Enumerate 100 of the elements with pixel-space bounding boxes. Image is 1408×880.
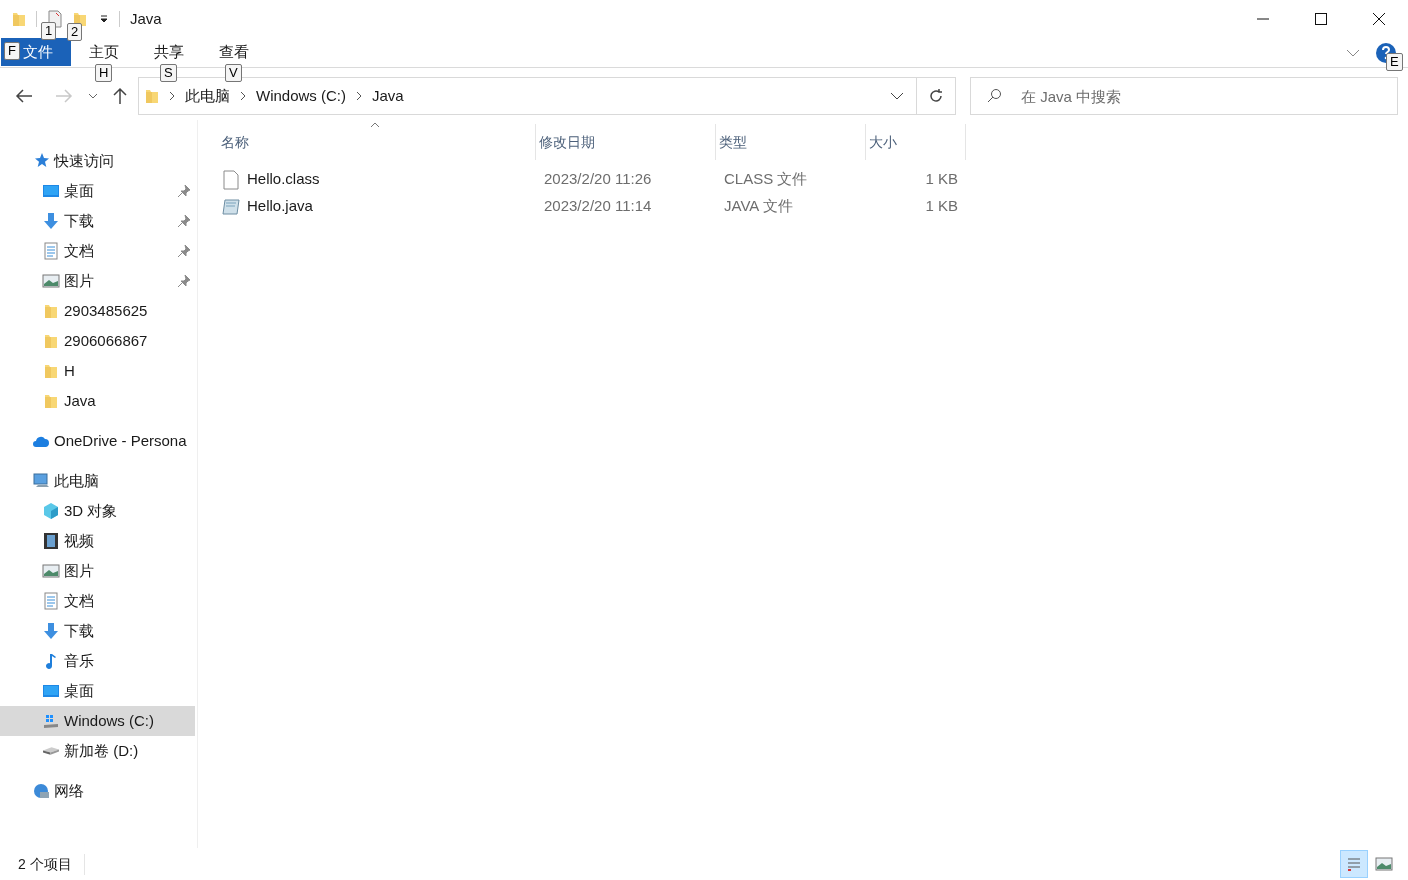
nav-item[interactable]: Windows (C:) <box>0 706 195 736</box>
refresh-icon <box>928 88 944 104</box>
drive-icon <box>43 747 59 755</box>
list-icon <box>1348 857 1360 871</box>
chevron-icon[interactable] <box>239 91 247 101</box>
nav-label: H <box>64 360 75 381</box>
nav-label: 图片 <box>64 560 94 581</box>
key-tip: H <box>95 64 113 82</box>
monitor-icon <box>42 682 60 700</box>
nav-item[interactable]: H <box>0 356 195 386</box>
chevron-icon[interactable] <box>355 91 363 101</box>
nav-item[interactable]: 新加卷 (D:) <box>0 736 195 766</box>
nav-label: 3D 对象 <box>64 500 118 521</box>
column-header[interactable]: 类型 <box>716 124 866 160</box>
recent-icon[interactable] <box>88 92 98 100</box>
breadcrumb[interactable]: 此电脑 <box>185 84 230 108</box>
nav-item[interactable]: OneDrive - Persona <box>0 426 195 456</box>
modified-date: 2023/2/20 11:14 <box>543 196 653 217</box>
nav-item[interactable]: 视频 <box>0 526 195 556</box>
breadcrumb[interactable]: Windows (C:) <box>256 84 346 108</box>
nav-item[interactable]: 文档 <box>0 236 195 266</box>
folder-icon <box>145 88 159 104</box>
network-icon <box>32 782 50 800</box>
column-header[interactable]: 大小 <box>866 124 966 160</box>
back-icon[interactable] <box>14 88 34 104</box>
ribbon-tab[interactable]: 主页 <box>72 38 136 66</box>
folder-icon <box>44 393 58 409</box>
folder-icon <box>44 333 58 349</box>
maximize-icon <box>1315 13 1327 25</box>
key-tip: E <box>1386 52 1403 71</box>
nav-item[interactable]: 此电脑 <box>0 466 195 496</box>
nav-label: 音乐 <box>64 650 94 671</box>
file-row[interactable]: Hello.java 2023/2/20 11:14 JAVA 文件 1 KB <box>218 193 1408 220</box>
nav-label: 此电脑 <box>54 470 99 491</box>
nav-label: 2906066867 <box>64 330 148 351</box>
nav-label: 桌面 <box>64 680 94 701</box>
column-header[interactable]: 修改日期 <box>536 124 716 160</box>
nav-item[interactable]: 下载 <box>0 616 195 646</box>
nav-item[interactable]: Java <box>0 386 195 416</box>
nav-item[interactable]: 桌面 <box>0 176 195 206</box>
nav-label: 视频 <box>64 530 94 551</box>
file-size: 1 KB <box>924 196 959 217</box>
nav-item[interactable]: 2906066867 <box>0 326 195 356</box>
minimize-icon <box>1257 18 1269 20</box>
key-tip: V <box>225 64 242 82</box>
dropdown-icon[interactable] <box>890 91 904 101</box>
file-size: 1 KB <box>924 169 959 190</box>
search-field[interactable]: 在 Java 中搜索 <box>970 77 1398 115</box>
key-tip: 1 <box>41 22 57 40</box>
key-tip: S <box>160 64 177 82</box>
picture-icon <box>42 272 60 290</box>
key-tip: F <box>4 42 20 60</box>
nav-label: 桌面 <box>64 180 94 201</box>
dropdown-icon[interactable] <box>99 14 109 24</box>
nav-label: 新加卷 (D:) <box>64 740 139 761</box>
nav-label: 文档 <box>64 590 94 611</box>
nav-item[interactable]: 音乐 <box>0 646 195 676</box>
folder-icon <box>44 363 58 379</box>
script-file-icon <box>221 197 241 216</box>
nav-item[interactable]: 图片 <box>0 266 195 296</box>
column-header[interactable]: 名称 <box>218 124 536 160</box>
nav-label: 2903485625 <box>64 300 148 321</box>
nav-label: 快速访问 <box>54 150 114 171</box>
nav-item[interactable]: 快速访问 <box>0 146 195 176</box>
down-arrow-icon <box>42 212 60 230</box>
nav-item[interactable]: 下载 <box>0 206 195 236</box>
nav-item[interactable]: 桌面 <box>0 676 195 706</box>
search-icon <box>986 88 1002 104</box>
up-icon[interactable] <box>112 87 128 105</box>
expand-ribbon-icon[interactable] <box>1346 47 1360 58</box>
nav-label: 图片 <box>64 270 94 291</box>
nav-item[interactable]: 图片 <box>0 556 195 586</box>
file-row[interactable]: Hello.class 2023/2/20 11:26 CLASS 文件 1 KB <box>218 166 1408 193</box>
ribbon-tab[interactable]: 查看 <box>202 38 266 66</box>
document-icon <box>42 592 60 610</box>
nav-item[interactable]: 文档 <box>0 586 195 616</box>
film-icon <box>42 532 60 550</box>
breadcrumb[interactable]: Java <box>372 84 404 108</box>
window-title: Java <box>130 8 162 29</box>
nav-item[interactable]: 网络 <box>0 776 195 806</box>
file-name: Hello.class <box>247 169 320 190</box>
modified-date: 2023/2/20 11:26 <box>543 169 653 190</box>
picture-icon <box>42 562 60 580</box>
nav-label: 下载 <box>64 210 94 231</box>
chevron-icon[interactable] <box>168 91 176 101</box>
nav-item[interactable]: 3D 对象 <box>0 496 195 526</box>
document-icon <box>42 242 60 260</box>
file-type: CLASS 文件 <box>723 169 809 190</box>
file-type: JAVA 文件 <box>723 196 794 217</box>
nav-label: Windows (C:) <box>64 710 154 731</box>
drive-icon <box>42 712 60 730</box>
monitor-icon <box>42 182 60 200</box>
folder-icon <box>12 11 26 27</box>
item-count: 2 个项目 <box>18 853 85 875</box>
ribbon-tab[interactable]: 共享 <box>137 38 201 66</box>
folder-icon <box>44 303 58 319</box>
nav-item[interactable]: 2903485625 <box>0 296 195 326</box>
nav-label: 网络 <box>54 780 84 801</box>
address-field[interactable]: 此电脑 Windows (C:) Java <box>138 77 956 115</box>
down-arrow-icon <box>42 622 60 640</box>
